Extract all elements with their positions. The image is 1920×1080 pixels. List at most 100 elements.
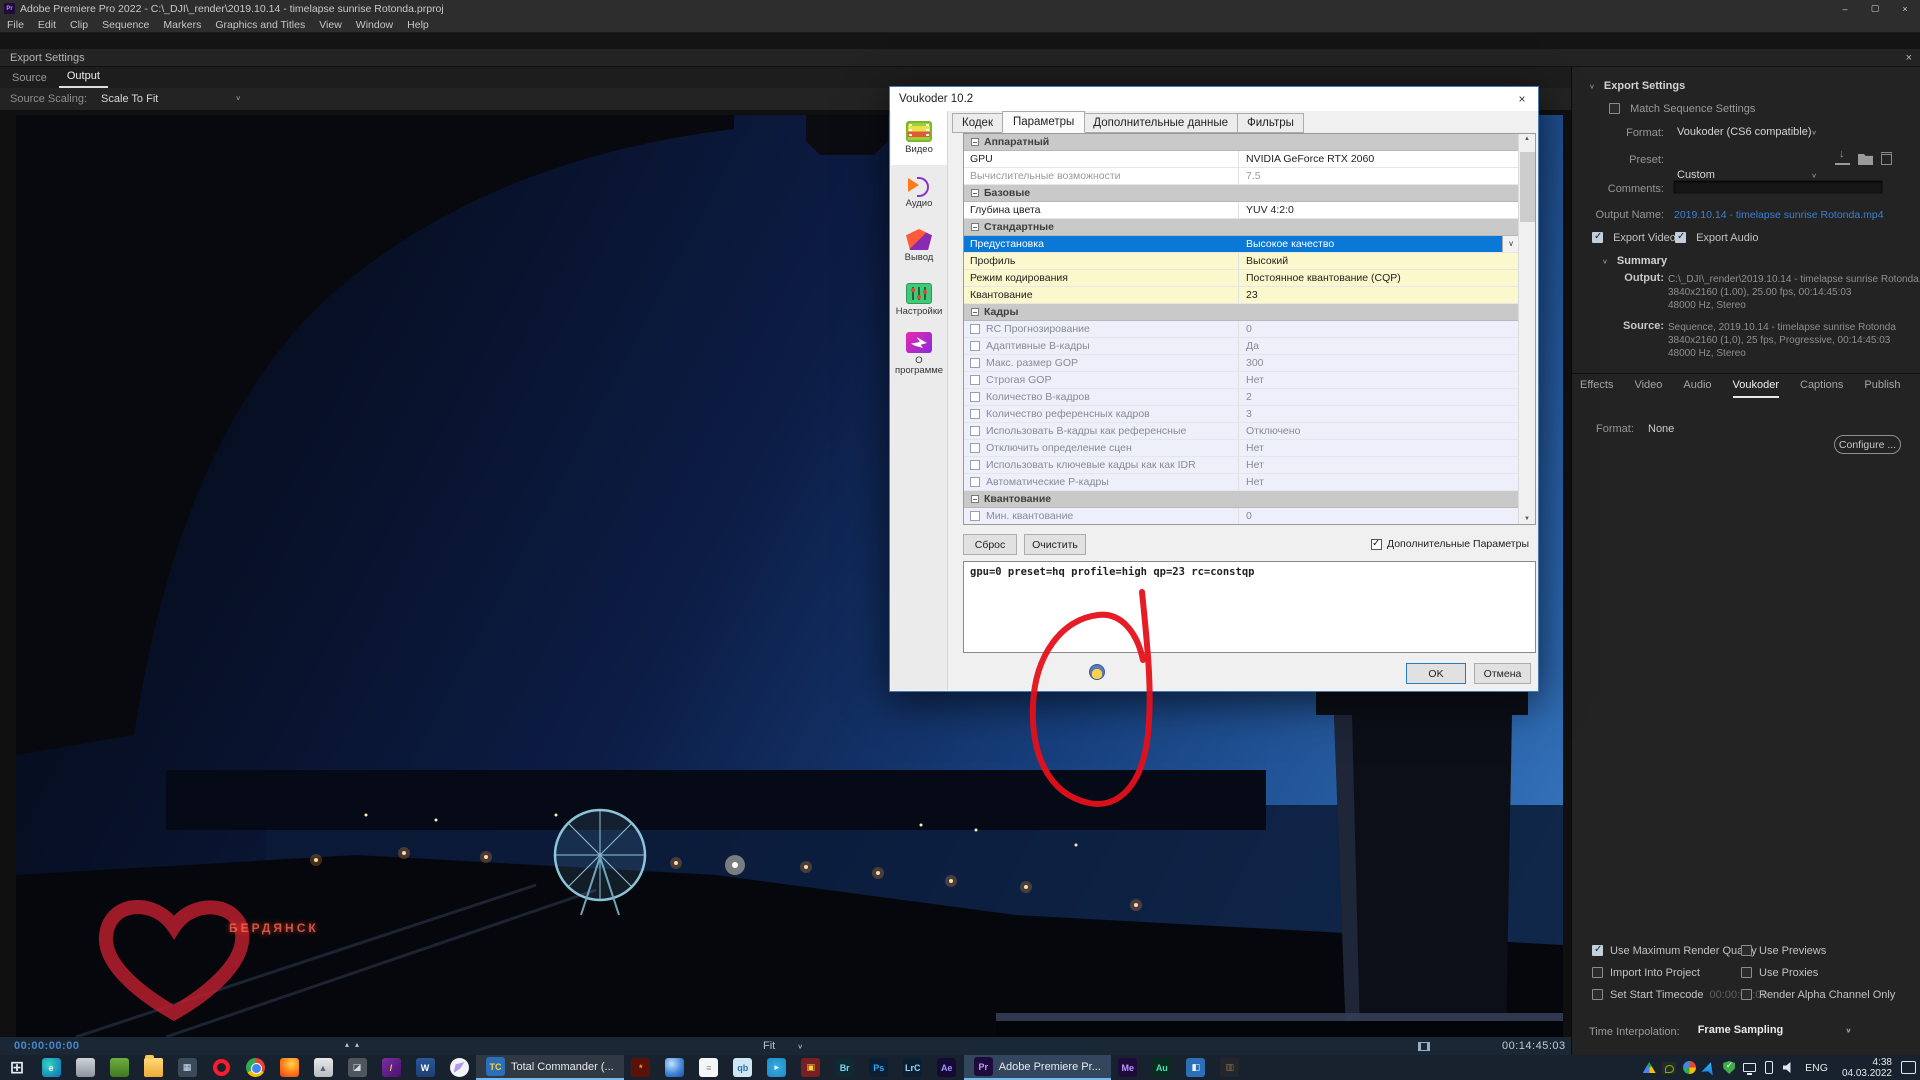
property-row[interactable]: Использовать B-кадры как референсныеОткл…	[964, 423, 1519, 440]
property-row[interactable]: Строгая GOPНет	[964, 372, 1519, 389]
clock[interactable]: 4:3804.03.2022	[1834, 1057, 1900, 1079]
taskbar-scanner[interactable]	[68, 1055, 102, 1080]
taskbar-audition[interactable]: Au	[1145, 1055, 1179, 1080]
scroll-down-icon[interactable]: ▼	[1519, 516, 1535, 522]
tray-network-icon[interactable]	[1739, 1055, 1759, 1080]
reset-button[interactable]: Сброс	[963, 534, 1017, 555]
export-video-checkbox[interactable]: Export Video	[1592, 232, 1676, 244]
property-row[interactable]: Режим кодированияПостоянное квантование …	[964, 270, 1519, 287]
scrollbar-thumb[interactable]	[1520, 152, 1535, 222]
taskbar-qbittorrent[interactable]: qb	[726, 1055, 760, 1080]
menu-edit[interactable]: Edit	[31, 19, 63, 31]
taskbar-notepad[interactable]: ≡	[692, 1055, 726, 1080]
property-row[interactable]: Отключить определение сценНет	[964, 440, 1519, 457]
command-line-field[interactable]: gpu=0 preset=hq profile=high qp=23 rc=co…	[963, 561, 1536, 653]
checkbox-icon[interactable]	[970, 324, 980, 334]
taskbar-total-commander[interactable]: TCTotal Commander (...	[476, 1055, 624, 1080]
export-audio-checkbox[interactable]: Export Audio	[1675, 232, 1758, 244]
collapse-icon[interactable]	[971, 495, 979, 503]
property-row[interactable]: Вычислительные возможности7.5	[964, 168, 1519, 185]
taskbar-firefox[interactable]	[272, 1055, 306, 1080]
delete-preset-icon[interactable]	[1881, 152, 1892, 165]
tab-publish[interactable]: Publish	[1864, 379, 1900, 398]
taskbar-photo-tool[interactable]: ▣	[794, 1055, 828, 1080]
scroll-up-icon[interactable]: ▲	[1519, 136, 1535, 142]
taskbar-bridge[interactable]: Br	[828, 1055, 862, 1080]
checkbox-icon[interactable]	[970, 341, 980, 351]
taskbar-explorer[interactable]	[136, 1055, 170, 1080]
tray-color-app-icon[interactable]	[1679, 1055, 1699, 1080]
chevron-down-icon[interactable]: ∨	[1602, 258, 1608, 265]
checkbox-icon[interactable]	[970, 375, 980, 385]
tab-captions[interactable]: Captions	[1800, 379, 1843, 398]
advanced-params-checkbox[interactable]: Дополнительные Параметры	[1371, 538, 1529, 550]
taskbar-monitor-app[interactable]: *	[624, 1055, 658, 1080]
property-row[interactable]: Использовать ключевые кадры как как IDRН…	[964, 457, 1519, 474]
option-import-into-project[interactable]: Import Into Project	[1592, 967, 1741, 979]
import-preset-icon[interactable]	[1858, 152, 1873, 165]
option-use-proxies[interactable]: Use Proxies	[1741, 967, 1907, 979]
menu-window[interactable]: Window	[349, 19, 400, 31]
option-render-alpha-channel-only[interactable]: Render Alpha Channel Only	[1741, 989, 1907, 1001]
maximize-button[interactable]: ▢	[1860, 0, 1890, 17]
taskbar-media-app[interactable]: /	[374, 1055, 408, 1080]
tab-video[interactable]: Video	[1634, 379, 1662, 398]
property-row[interactable]: Автоматические P-кадрыНет	[964, 474, 1519, 491]
source-scaling-dropdown[interactable]: Scale To Fit ∨	[101, 93, 241, 105]
collapse-icon[interactable]	[971, 138, 979, 146]
tab-source[interactable]: Source	[4, 72, 55, 88]
chevron-down-icon[interactable]: ∨	[1589, 83, 1595, 90]
menu-graphics-and-titles[interactable]: Graphics and Titles	[208, 19, 312, 31]
property-row[interactable]: Макс. размер GOP300	[964, 355, 1519, 372]
taskbar-after-effects[interactable]: Ae	[930, 1055, 964, 1080]
property-row[interactable]: Адаптивные B-кадрыДа	[964, 338, 1519, 355]
taskbar-opera[interactable]	[204, 1055, 238, 1080]
tab-effects[interactable]: Effects	[1580, 379, 1613, 398]
taskbar-dark-app[interactable]: ▥	[1213, 1055, 1247, 1080]
checkbox-icon[interactable]	[970, 358, 980, 368]
collapse-icon[interactable]	[971, 189, 979, 197]
taskbar-capture-app[interactable]	[102, 1055, 136, 1080]
property-section[interactable]: Квантование	[964, 491, 1519, 508]
voukoder-tab-кодек[interactable]: Кодек	[952, 113, 1003, 133]
configure-button[interactable]: Configure ...	[1834, 435, 1901, 454]
collapse-icon[interactable]	[971, 308, 979, 316]
option-set-start-timecode[interactable]: Set Start Timecode00:00:00:00	[1592, 989, 1741, 1001]
taskbar-edge[interactable]: e	[34, 1055, 68, 1080]
collapse-icon[interactable]	[971, 223, 979, 231]
language-indicator[interactable]: ENG	[1799, 1062, 1834, 1074]
clear-button[interactable]: Очистить	[1024, 534, 1086, 555]
match-sequence-checkbox[interactable]: Match Sequence Settings	[1609, 103, 1755, 115]
taskbar-image-viewer[interactable]: ◪	[340, 1055, 374, 1080]
property-section[interactable]: Стандартные	[964, 219, 1519, 236]
property-row[interactable]: ПрофильВысокий	[964, 253, 1519, 270]
property-section[interactable]: Кадры	[964, 304, 1519, 321]
time-interpolation-dropdown[interactable]: Frame Sampling ∨	[1690, 1023, 1856, 1040]
taskbar-premiere[interactable]: PrAdobe Premiere Pr...	[964, 1055, 1111, 1080]
menu-markers[interactable]: Markers	[156, 19, 208, 31]
taskbar-earth[interactable]	[658, 1055, 692, 1080]
property-row[interactable]: GPUNVIDIA GeForce RTX 2060	[964, 151, 1519, 168]
taskbar-media-encoder[interactable]: Me	[1111, 1055, 1145, 1080]
voukoder-close-icon[interactable]: ×	[1506, 92, 1538, 106]
scrollbar[interactable]: ▲ ▼	[1518, 134, 1535, 524]
tab-audio[interactable]: Audio	[1683, 379, 1711, 398]
voukoder-tab-фильтры[interactable]: Фильтры	[1238, 113, 1304, 133]
menu-clip[interactable]: Clip	[63, 19, 95, 31]
taskbar-lightroom[interactable]: LrC	[896, 1055, 930, 1080]
export-settings-close-icon[interactable]: ×	[1906, 52, 1912, 64]
ok-button[interactable]: OK	[1406, 663, 1466, 684]
close-button[interactable]: ×	[1890, 0, 1920, 17]
checkbox-icon[interactable]	[970, 392, 980, 402]
dropdown-button-icon[interactable]: ∨	[1502, 236, 1519, 252]
checkbox-icon[interactable]	[970, 409, 980, 419]
tray-defender-icon[interactable]	[1719, 1055, 1739, 1080]
menu-view[interactable]: View	[312, 19, 349, 31]
checkbox-icon[interactable]	[970, 460, 980, 470]
option-use-previews[interactable]: Use Previews	[1741, 945, 1907, 957]
sidebar-item-о-программе[interactable]: О программе	[891, 327, 947, 381]
option-use-maximum-render-quality[interactable]: Use Maximum Render Quality	[1592, 945, 1741, 957]
minimize-button[interactable]: –	[1830, 0, 1860, 17]
tray-maps-icon[interactable]	[1699, 1055, 1719, 1080]
checkbox-icon[interactable]	[970, 426, 980, 436]
